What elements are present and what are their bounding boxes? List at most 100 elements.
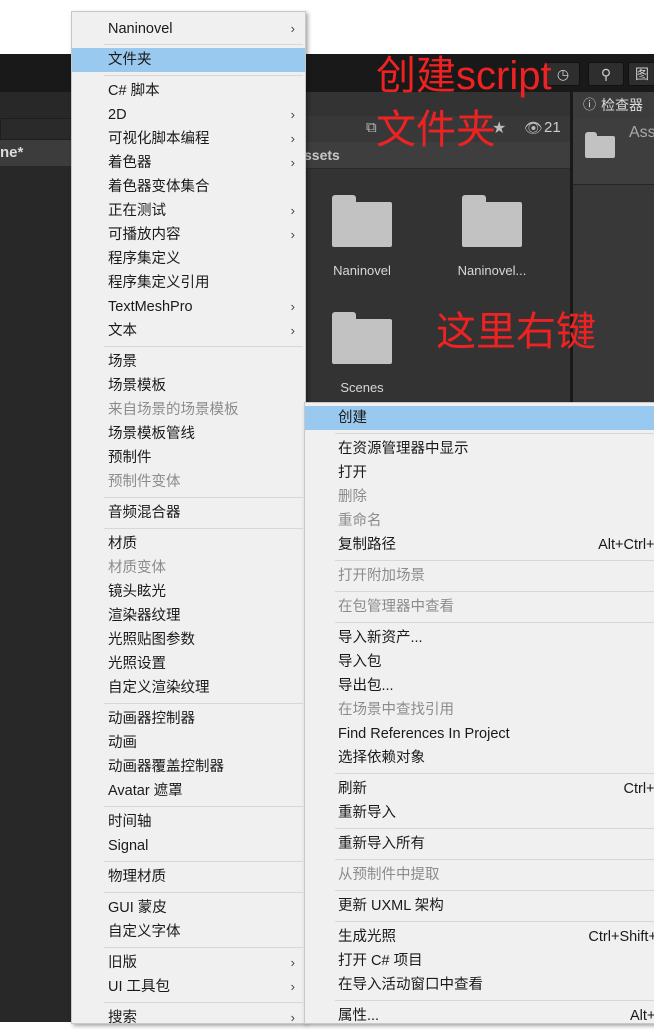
menu-item-label: 打开附加场景 bbox=[338, 564, 425, 588]
menu-item-label: 更新 UXML 架构 bbox=[338, 894, 444, 918]
menu-item[interactable]: 复制路径Alt+Ctrl+C bbox=[305, 533, 654, 557]
annotation-right-click-here: 这里右键 bbox=[436, 312, 596, 352]
menu-item[interactable]: 更新 UXML 架构 bbox=[305, 894, 654, 918]
folder-item[interactable] bbox=[462, 195, 522, 247]
menu-item-label: Signal bbox=[108, 834, 148, 858]
scene-tab[interactable]: ne* bbox=[0, 140, 72, 166]
menu-item-label: 渲染器纹理 bbox=[108, 604, 181, 628]
menu-item-label: 音频混合器 bbox=[108, 501, 181, 525]
menu-item[interactable]: Find References In Project bbox=[305, 722, 654, 746]
menu-item[interactable]: 光照贴图参数 bbox=[72, 628, 305, 652]
menu-item[interactable]: 刷新Ctrl+R bbox=[305, 777, 654, 801]
menu-item-label: 复制路径 bbox=[338, 533, 396, 557]
menu-separator bbox=[104, 703, 303, 704]
menu-item-label: 打开 bbox=[338, 461, 367, 485]
menu-item[interactable]: 2D› bbox=[72, 103, 305, 127]
menu-item-label: Naninovel bbox=[108, 17, 173, 41]
menu-item[interactable]: C# 脚本 bbox=[72, 79, 305, 103]
menu-item[interactable]: 在导入活动窗口中查看 bbox=[305, 973, 654, 997]
menu-item[interactable]: 场景 bbox=[72, 350, 305, 374]
menu-item-label: 创建 bbox=[338, 406, 367, 430]
menu-item[interactable]: 创建 bbox=[305, 406, 654, 430]
menu-item[interactable]: 时间轴 bbox=[72, 810, 305, 834]
menu-item[interactable]: 预制件 bbox=[72, 446, 305, 470]
menu-item[interactable]: 导入包 bbox=[305, 650, 654, 674]
menu-item[interactable]: 可播放内容› bbox=[72, 223, 305, 247]
menu-item[interactable]: 物理材质 bbox=[72, 865, 305, 889]
menu-separator bbox=[104, 528, 303, 529]
menu-item[interactable]: 渲染器纹理 bbox=[72, 604, 305, 628]
menu-item-label: 材质变体 bbox=[108, 556, 166, 580]
menu-item-label: 自定义渲染纹理 bbox=[108, 676, 210, 700]
menu-item[interactable]: 重新导入 bbox=[305, 801, 654, 825]
folder-label: Naninovel... bbox=[444, 263, 540, 278]
menu-item[interactable]: UI 工具包› bbox=[72, 975, 305, 999]
menu-item-label: 程序集定义 bbox=[108, 247, 181, 271]
menu-item[interactable]: 在资源管理器中显示 bbox=[305, 437, 654, 461]
menu-item: 从预制件中提取 bbox=[305, 863, 654, 887]
menu-item-label: 文本 bbox=[108, 319, 137, 343]
menu-item[interactable]: 重新导入所有 bbox=[305, 832, 654, 856]
menu-item-label: 导入包 bbox=[338, 650, 382, 674]
menu-item[interactable]: 正在测试› bbox=[72, 199, 305, 223]
eye-icon[interactable]: 👁 bbox=[524, 119, 543, 137]
menu-item[interactable]: 音频混合器 bbox=[72, 501, 305, 525]
menu-item[interactable]: 打开 bbox=[305, 461, 654, 485]
menu-item[interactable]: 自定义字体 bbox=[72, 920, 305, 944]
menu-item-label: 重新导入所有 bbox=[338, 832, 425, 856]
menu-item[interactable]: 程序集定义引用 bbox=[72, 271, 305, 295]
menu-item[interactable]: 光照设置 bbox=[72, 652, 305, 676]
menu-item[interactable]: Signal bbox=[72, 834, 305, 858]
menu-item-label: 预制件变体 bbox=[108, 470, 181, 494]
menu-separator bbox=[335, 1000, 654, 1001]
menu-item-label: 打开 C# 项目 bbox=[338, 949, 423, 973]
chevron-right-icon: › bbox=[291, 951, 295, 975]
menu-item[interactable]: 导出包... bbox=[305, 674, 654, 698]
menu-item[interactable]: 动画器控制器 bbox=[72, 707, 305, 731]
menu-item[interactable]: 着色器变体集合 bbox=[72, 175, 305, 199]
menu-item-label: 来自场景的场景模板 bbox=[108, 398, 239, 422]
folder-item[interactable] bbox=[332, 195, 392, 247]
menu-item[interactable]: 属性...Alt+P bbox=[305, 1004, 654, 1028]
inspector-tab[interactable]: ⓘ 检查器 bbox=[573, 92, 654, 118]
menu-item[interactable]: 场景模板管线 bbox=[72, 422, 305, 446]
menu-item[interactable]: 自定义渲染纹理 bbox=[72, 676, 305, 700]
menu-item-label: 场景 bbox=[108, 350, 137, 374]
chevron-right-icon: › bbox=[291, 127, 295, 151]
menu-item-label: 正在测试 bbox=[108, 199, 166, 223]
menu-item[interactable]: 着色器› bbox=[72, 151, 305, 175]
menu-item[interactable]: GUI 蒙皮 bbox=[72, 896, 305, 920]
menu-item: 来自场景的场景模板 bbox=[72, 398, 305, 422]
menu-item[interactable]: 镜头眩光 bbox=[72, 580, 305, 604]
history-icon: ◷ bbox=[557, 66, 569, 83]
chevron-right-icon: › bbox=[291, 1006, 295, 1030]
menu-item[interactable]: TextMeshPro› bbox=[72, 295, 305, 319]
menu-item[interactable]: 动画 bbox=[72, 731, 305, 755]
menu-item[interactable]: Avatar 遮罩 bbox=[72, 779, 305, 803]
menu-item[interactable]: 文件夹 bbox=[72, 48, 305, 72]
chevron-right-icon: › bbox=[291, 223, 295, 247]
menu-item[interactable]: 程序集定义 bbox=[72, 247, 305, 271]
menu-item-label: 着色器变体集合 bbox=[108, 175, 210, 199]
menu-item[interactable]: 打开 C# 项目 bbox=[305, 949, 654, 973]
menu-item-label: 场景模板 bbox=[108, 374, 166, 398]
menu-item[interactable]: 生成光照Ctrl+Shift+L bbox=[305, 925, 654, 949]
menu-item[interactable]: 旧版› bbox=[72, 951, 305, 975]
search-button[interactable]: ⚲ bbox=[588, 62, 624, 86]
menu-item[interactable]: 动画器覆盖控制器 bbox=[72, 755, 305, 779]
menu-item-label: UI 工具包 bbox=[108, 975, 170, 999]
folder-item[interactable] bbox=[332, 312, 392, 364]
menu-item[interactable]: 场景模板 bbox=[72, 374, 305, 398]
menu-item-label: 2D bbox=[108, 103, 127, 127]
asset-context-menu: 创建在资源管理器中显示打开删除重命名复制路径Alt+Ctrl+C打开附加场景在包… bbox=[304, 402, 654, 1024]
menu-item[interactable]: 材质 bbox=[72, 532, 305, 556]
menu-item[interactable]: 选择依赖对象 bbox=[305, 746, 654, 770]
menu-item[interactable]: Naninovel› bbox=[72, 17, 305, 41]
menu-item[interactable]: 导入新资产... bbox=[305, 626, 654, 650]
menu-item-label: 预制件 bbox=[108, 446, 152, 470]
menu-item[interactable]: 文本› bbox=[72, 319, 305, 343]
inspector-title: 检查器 bbox=[601, 92, 643, 118]
menu-item[interactable]: 可视化脚本编程› bbox=[72, 127, 305, 151]
menu-item[interactable]: 搜索› bbox=[72, 1006, 305, 1030]
layout-dropdown[interactable]: 图 bbox=[628, 62, 654, 86]
